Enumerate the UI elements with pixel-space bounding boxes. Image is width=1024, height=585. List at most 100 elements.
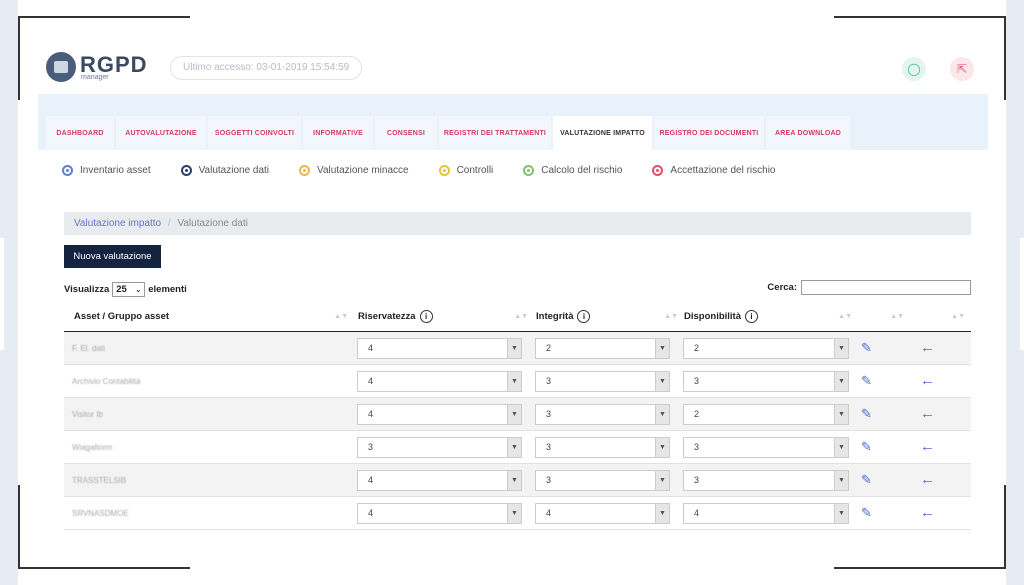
tab-registri-trattamenti[interactable]: REGISTRI DEI TRATTAMENTI xyxy=(439,116,551,150)
circle-icon xyxy=(180,164,192,176)
asset-name: TRASSTELSIB xyxy=(72,476,127,485)
tab-dashboard[interactable]: DASHBOARD xyxy=(46,116,114,150)
arrow-left-icon[interactable]: ← xyxy=(920,404,935,424)
sort-icon: ▲▼ xyxy=(838,312,852,320)
circle-icon xyxy=(523,164,535,176)
info-icon[interactable]: i xyxy=(577,309,591,323)
arrow-left-icon[interactable]: ← xyxy=(920,437,935,457)
user-circle-icon: ◯ xyxy=(907,62,921,76)
disponibilita-select[interactable]: 2 ▼ xyxy=(683,404,849,425)
circle-icon xyxy=(652,164,664,176)
subnav-calcolo-rischio[interactable]: Calcolo del rischio xyxy=(523,164,622,176)
length-prefix: Visualizza xyxy=(64,284,110,295)
subnav-controlli[interactable]: Controlli xyxy=(438,164,493,176)
riservatezza-select[interactable]: 4 ▼ xyxy=(357,371,522,392)
chevron-down-icon: ▼ xyxy=(655,372,669,391)
integrita-select[interactable]: 2 ▼ xyxy=(535,338,670,359)
tab-area-download[interactable]: AREA DOWNLOAD xyxy=(766,116,850,150)
subnav-valutazione-minacce[interactable]: Valutazione minacce xyxy=(299,164,409,176)
arrow-left-icon[interactable]: ← xyxy=(920,503,935,523)
table-row: TRASSTELSIB 4 ▼ 3 ▼ 3 ▼ ✎ ← xyxy=(64,464,971,497)
edit-icon[interactable]: ✎ xyxy=(861,473,875,487)
disponibilita-select[interactable]: 3 ▼ xyxy=(683,437,849,458)
select-value: 4 xyxy=(694,508,700,518)
riservatezza-select[interactable]: 4 ▼ xyxy=(357,338,522,359)
edit-icon[interactable]: ✎ xyxy=(861,440,875,454)
select-value: 3 xyxy=(368,442,374,452)
col-edit: ▲▼ xyxy=(860,300,910,332)
circle-icon xyxy=(62,164,73,176)
col-integrita[interactable]: Integrità i ▲▼ xyxy=(536,300,684,332)
page-length-select[interactable]: 25 ⌄ xyxy=(112,282,146,297)
disponibilita-select[interactable]: 3 ▼ xyxy=(683,470,849,491)
tab-soggetti-coinvolti[interactable]: SOGGETTI COINVOLTI xyxy=(208,116,301,150)
arrow-left-icon[interactable]: ← xyxy=(920,470,935,490)
tab-informative[interactable]: INFORMATIVE xyxy=(303,116,373,150)
last-access-badge: Ultimo accesso: 03-01-2019 15:54:59 xyxy=(170,56,363,80)
chevron-down-icon: ▼ xyxy=(507,504,521,523)
tab-consensi[interactable]: CONSENSI xyxy=(375,116,437,150)
logo-title: RGPD xyxy=(80,51,148,77)
subnav-accettazione-rischio[interactable]: Accettazione del rischio xyxy=(652,164,776,176)
chevron-down-icon: ▼ xyxy=(507,438,521,457)
col-disponibilita[interactable]: Disponibilità i ▲▼ xyxy=(684,300,858,332)
riservatezza-select[interactable]: 4 ▼ xyxy=(357,404,522,425)
disponibilita-select[interactable]: 3 ▼ xyxy=(683,371,849,392)
edit-icon[interactable]: ✎ xyxy=(861,341,875,355)
col-asset[interactable]: Asset / Gruppo asset ▲▼ xyxy=(74,300,354,332)
tab-valutazione-impatto[interactable]: VALUTAZIONE IMPATTO xyxy=(553,116,652,150)
info-icon[interactable]: i xyxy=(419,309,433,323)
integrita-select[interactable]: 3 ▼ xyxy=(535,437,670,458)
disponibilita-select[interactable]: 4 ▼ xyxy=(683,503,849,524)
select-value: 4 xyxy=(368,475,374,485)
evaluation-table: Asset / Gruppo asset ▲▼ Riservatezza i ▲… xyxy=(64,300,971,530)
asset-name: Archivio Contabilità xyxy=(72,377,141,386)
logout-button[interactable]: ⇱ xyxy=(950,57,974,81)
disponibilita-select[interactable]: 2 ▼ xyxy=(683,338,849,359)
subnav-valutazione-dati[interactable]: Valutazione dati xyxy=(180,164,269,176)
logo-icon xyxy=(46,52,76,82)
riservatezza-select[interactable]: 4 ▼ xyxy=(357,503,522,524)
chevron-down-icon: ▼ xyxy=(655,438,669,457)
riservatezza-select[interactable]: 4 ▼ xyxy=(357,470,522,491)
subnav-label: Accettazione del rischio xyxy=(670,164,776,176)
integrita-select[interactable]: 4 ▼ xyxy=(535,503,670,524)
select-value: 4 xyxy=(368,409,374,419)
select-value: 2 xyxy=(694,343,700,353)
col-integrita-label: Integrità xyxy=(536,310,574,322)
riservatezza-select[interactable]: 3 ▼ xyxy=(357,437,522,458)
page-length-value: 25 xyxy=(116,284,127,295)
integrita-select[interactable]: 3 ▼ xyxy=(535,470,670,491)
integrita-select[interactable]: 3 ▼ xyxy=(535,371,670,392)
new-evaluation-button[interactable]: Nuova valutazione xyxy=(64,245,161,268)
asset-name: Visitor Ib xyxy=(72,410,103,419)
col-asset-label: Asset / Gruppo asset xyxy=(74,310,170,322)
breadcrumb-parent-link[interactable]: Valutazione impatto xyxy=(74,218,161,229)
tab-autovalutazione[interactable]: AUTOVALUTAZIONE xyxy=(116,116,206,150)
arrow-left-icon[interactable]: ← xyxy=(920,371,935,391)
chevron-down-icon: ▼ xyxy=(834,339,848,358)
col-riservatezza[interactable]: Riservatezza i ▲▼ xyxy=(358,300,534,332)
select-value: 4 xyxy=(368,343,374,353)
col-disponibilita-label: Disponibilità xyxy=(684,310,741,322)
main-tabs: DASHBOARD AUTOVALUTAZIONE SOGGETTI COINV… xyxy=(38,94,988,150)
search-input[interactable] xyxy=(801,280,971,295)
circle-icon xyxy=(299,164,311,176)
edit-icon[interactable]: ✎ xyxy=(861,407,875,421)
table-header: Asset / Gruppo asset ▲▼ Riservatezza i ▲… xyxy=(64,300,971,332)
logout-icon: ⇱ xyxy=(956,62,968,76)
select-value: 3 xyxy=(694,376,700,386)
chevron-down-icon: ▼ xyxy=(507,405,521,424)
subnav-inventario-asset[interactable]: Inventario asset xyxy=(62,164,151,176)
chevron-down-icon: ▼ xyxy=(834,471,848,490)
select-value: 3 xyxy=(694,442,700,452)
integrita-select[interactable]: 3 ▼ xyxy=(535,404,670,425)
arrow-left-icon[interactable]: ← xyxy=(920,338,935,358)
breadcrumb-separator: / xyxy=(167,218,171,229)
user-profile-button[interactable]: ◯ xyxy=(902,57,926,81)
info-icon[interactable]: i xyxy=(745,309,758,323)
tab-registro-documenti[interactable]: REGISTRO DEI DOCUMENTI xyxy=(654,116,764,150)
edit-icon[interactable]: ✎ xyxy=(861,374,875,388)
edit-icon[interactable]: ✎ xyxy=(861,506,875,520)
logo[interactable]: RGPD manager xyxy=(46,52,148,82)
